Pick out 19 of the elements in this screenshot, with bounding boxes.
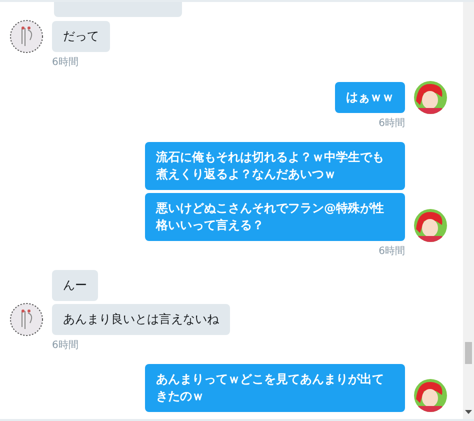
message-bubble: はぁｗｗ (335, 82, 405, 113)
message-bubble: 悪いけどぬこさんそれでフラン@特殊が性格いいって言える？ (145, 193, 405, 241)
timestamp: 6時間 (52, 340, 78, 352)
avatar-icon (414, 379, 447, 412)
timestamp: 6時間 (378, 118, 405, 130)
message-bubble: んー (52, 270, 98, 301)
message-bubble: あんまり良いとは言えないね (52, 304, 230, 335)
avatar-icon (414, 209, 447, 242)
message-bubble: だって (52, 21, 110, 52)
avatar-icon (414, 81, 447, 114)
scrollbar-thumb[interactable] (465, 342, 472, 364)
scroll-down-icon[interactable] (464, 409, 473, 415)
message-bubble: 流石に俺もそれは切れるよ？ｗ中学生でも煮えくり返るよ？なんだあいつｗ (145, 142, 405, 190)
avatar-icon (10, 303, 43, 336)
message-bubble: あんまりってｗどこを見てあんまりが出てきたのｗ (145, 364, 405, 412)
timestamp: 6時間 (52, 57, 78, 69)
scrollbar[interactable] (463, 2, 474, 419)
timestamp: 6時間 (378, 246, 405, 258)
avatar-icon (10, 20, 43, 53)
